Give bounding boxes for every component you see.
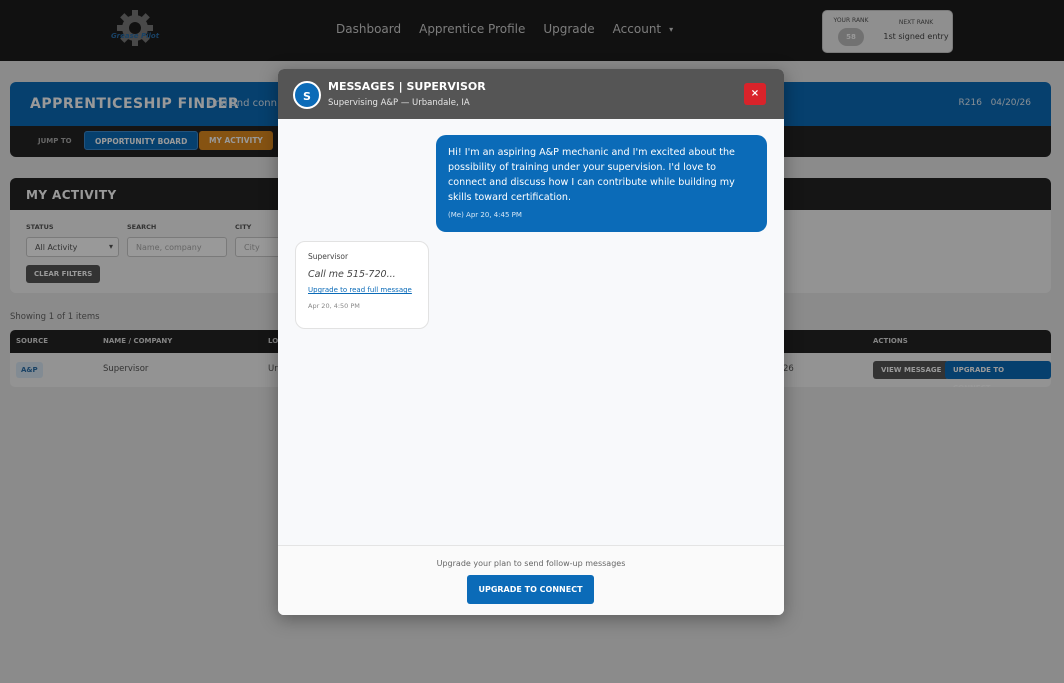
supervisor-message-bubble: Supervisor Call me 515-720... Upgrade to… (295, 241, 429, 329)
upgrade-to-connect-button[interactable]: UPGRADE TO CONNECT (467, 575, 594, 604)
my-message-time: (Me) Apr 20, 4:45 PM (448, 211, 522, 219)
my-message-bubble: Hi! I'm an aspiring A&P mechanic and I'm… (436, 135, 767, 232)
modal-header: S MESSAGES | SUPERVISOR Supervising A&P … (278, 69, 784, 119)
supervisor-message-preview: Call me 515-720... (308, 269, 396, 280)
messages-modal: S MESSAGES | SUPERVISOR Supervising A&P … (278, 69, 784, 615)
close-button[interactable]: × (744, 83, 766, 105)
avatar: S (293, 81, 321, 109)
upgrade-note: Upgrade your plan to send follow-up mess… (436, 559, 626, 568)
upgrade-to-read-link[interactable]: Upgrade to read full message (308, 286, 416, 294)
supervisor-message-time: Apr 20, 4:50 PM (308, 302, 360, 310)
modal-title: MESSAGES | SUPERVISOR (328, 80, 486, 93)
modal-subtitle: Supervising A&P — Urbandale, IA (328, 98, 470, 108)
modal-footer: Upgrade your plan to send follow-up mess… (278, 545, 784, 615)
my-message-text: Hi! I'm an aspiring A&P mechanic and I'm… (448, 147, 735, 203)
close-icon: × (750, 88, 760, 99)
supervisor-sender: Supervisor (308, 252, 349, 261)
